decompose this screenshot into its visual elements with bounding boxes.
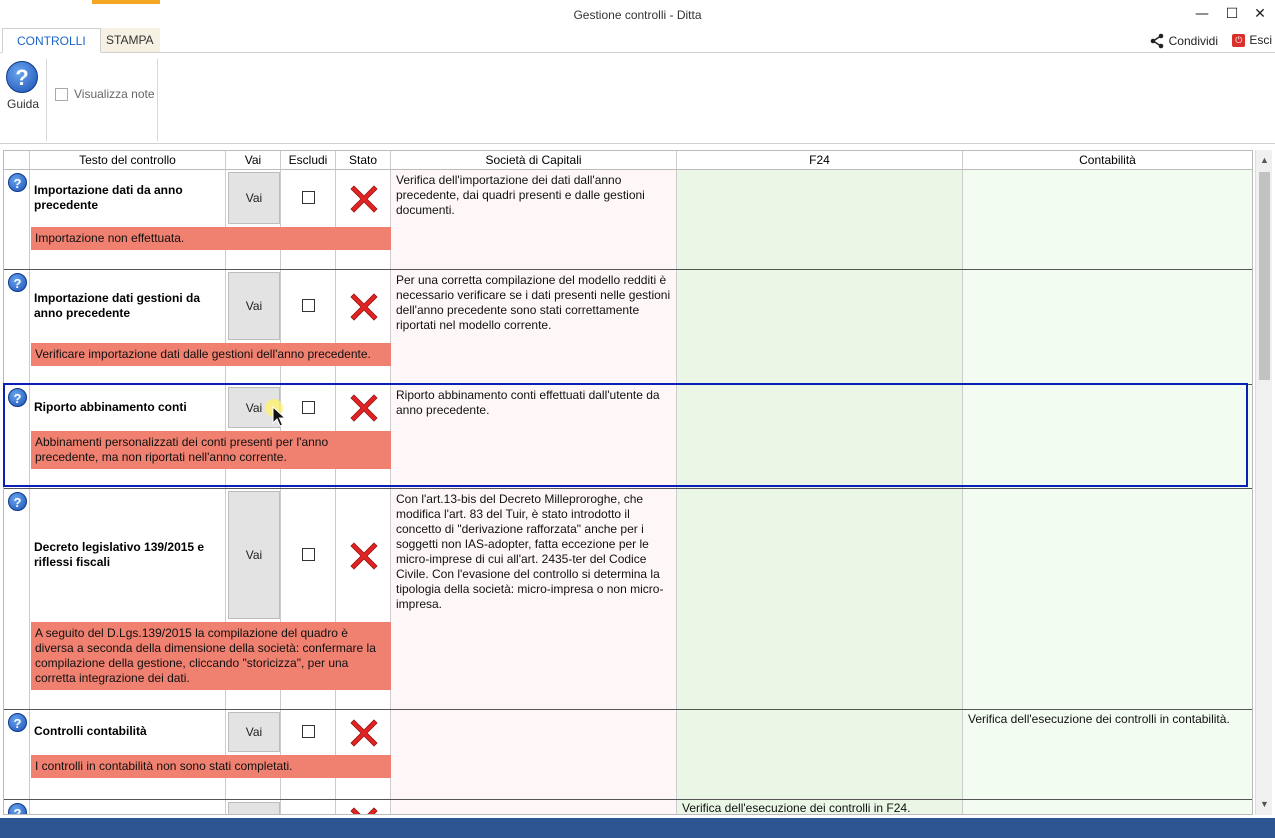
tab-stampa[interactable]: STAMPA — [92, 28, 160, 53]
societa-description: Per una corretta compilazione del modell… — [396, 273, 671, 332]
ribbon: ? Guida Visualizza note — [0, 52, 1275, 144]
scroll-down-icon[interactable]: ▼ — [1256, 796, 1273, 813]
escludi-checkbox[interactable] — [302, 548, 315, 561]
f24-description: Verifica dell'esecuzione dei controlli i… — [682, 801, 911, 815]
help-icon[interactable]: ? — [8, 713, 27, 732]
ribbon-separator — [46, 59, 47, 141]
help-icon: ? — [6, 61, 38, 93]
guida-label: Guida — [6, 97, 40, 111]
table-row[interactable]: ? Verifica dell'esecuzione dei controlli… — [4, 800, 1252, 815]
control-name: Importazione dati da anno precedente — [34, 183, 183, 212]
error-x-icon — [350, 394, 378, 422]
vai-button[interactable]: Vai — [228, 272, 280, 340]
maximize-button[interactable]: ☐ — [1220, 4, 1244, 24]
help-icon[interactable]: ? — [8, 388, 27, 407]
header-societa[interactable]: Società di Capitali — [391, 151, 677, 170]
visualizza-note-toggle[interactable]: Visualizza note — [55, 87, 155, 101]
controls-grid: Testo del controllo Vai Escludi Stato So… — [3, 150, 1253, 815]
visualizza-note-checkbox[interactable] — [55, 87, 68, 101]
error-x-icon — [350, 185, 378, 213]
guida-button[interactable]: ? Guida — [6, 61, 40, 111]
vai-button[interactable]: Vai — [228, 712, 280, 752]
share-icon — [1150, 33, 1163, 49]
close-button[interactable]: ✕ — [1248, 4, 1272, 24]
control-name: Importazione dati gestioni da anno prece… — [34, 291, 201, 320]
help-icon[interactable]: ? — [8, 173, 27, 192]
vai-button[interactable]: Vai — [228, 172, 280, 224]
control-name: Decreto legislativo 139/2015 e riflessi … — [34, 540, 205, 569]
escludi-checkbox[interactable] — [302, 725, 315, 738]
vai-button[interactable]: Vai — [228, 491, 280, 619]
escludi-checkbox[interactable] — [302, 401, 315, 414]
exit-label: Esci — [1249, 33, 1272, 47]
header-help — [4, 151, 30, 170]
status-bar — [0, 818, 1275, 838]
error-x-icon — [350, 719, 378, 747]
table-row[interactable]: ? Controlli contabilità Vai I controlli … — [4, 710, 1252, 800]
societa-description: Con l'art.13-bis del Decreto Milleprorog… — [396, 492, 664, 611]
visualizza-note-label: Visualizza note — [74, 87, 155, 101]
minimize-button[interactable]: — — [1190, 4, 1214, 24]
control-name: Riporto abbinamento conti — [34, 400, 187, 414]
status-message: Abbinamenti personalizzati dei conti pre… — [31, 431, 391, 469]
share-label: Condividi — [1168, 34, 1218, 48]
header-vai[interactable]: Vai — [226, 151, 281, 170]
error-x-icon — [350, 293, 378, 321]
power-icon: ⏻ — [1232, 33, 1246, 47]
error-x-icon — [350, 807, 378, 814]
mouse-cursor-icon — [265, 399, 287, 427]
societa-description: Verifica dell'importazione dei dati dall… — [396, 173, 645, 217]
societa-description: Riporto abbinamento conti effettuati dal… — [396, 388, 660, 417]
vai-button[interactable] — [228, 802, 280, 814]
header-f24[interactable]: F24 — [677, 151, 963, 170]
header-escludi[interactable]: Escludi — [281, 151, 336, 170]
status-message: Importazione non effettuata. — [31, 227, 391, 250]
control-name: Controlli contabilità — [34, 724, 147, 738]
window-title: Gestione controlli - Ditta — [573, 8, 702, 22]
escludi-checkbox[interactable] — [302, 299, 315, 312]
status-message: A seguito del D.Lgs.139/2015 la compilaz… — [31, 622, 391, 690]
header-testo[interactable]: Testo del controllo — [30, 151, 226, 170]
contabilita-description: Verifica dell'esecuzione dei controlli i… — [968, 712, 1230, 726]
title-bar: Gestione controlli - Ditta — ☐ ✕ — [0, 0, 1275, 30]
header-stato[interactable]: Stato — [336, 151, 391, 170]
help-icon[interactable]: ? — [8, 273, 27, 292]
status-message: I controlli in contabilità non sono stat… — [31, 755, 391, 778]
scroll-up-icon[interactable]: ▲ — [1256, 152, 1273, 169]
tab-controlli[interactable]: CONTROLLI — [2, 28, 101, 53]
help-icon[interactable]: ? — [8, 803, 27, 814]
header-contabilita[interactable]: Contabilità — [963, 151, 1252, 170]
ribbon-separator — [157, 59, 158, 141]
scroll-thumb[interactable] — [1259, 172, 1270, 380]
vertical-scrollbar[interactable]: ▲ ▼ — [1255, 150, 1272, 815]
error-x-icon — [350, 542, 378, 570]
table-row[interactable]: ? Importazione dati gestioni da anno pre… — [4, 270, 1252, 385]
table-row[interactable]: ? Importazione dati da anno precedente V… — [4, 170, 1252, 270]
exit-button[interactable]: ⏻ Esci — [1232, 33, 1272, 47]
share-button[interactable]: Condividi — [1149, 33, 1218, 49]
escludi-checkbox[interactable] — [302, 191, 315, 204]
status-message: Verificare importazione dati dalle gesti… — [31, 343, 391, 366]
table-row-selected[interactable]: ? Riporto abbinamento conti Vai Abbiname… — [4, 385, 1252, 489]
help-icon[interactable]: ? — [8, 492, 27, 511]
table-row[interactable]: ? Decreto legislativo 139/2015 e rifless… — [4, 489, 1252, 710]
stampa-tab-accent — [92, 0, 160, 4]
ribbon-tabs: CONTROLLI STAMPA — [0, 28, 1275, 53]
